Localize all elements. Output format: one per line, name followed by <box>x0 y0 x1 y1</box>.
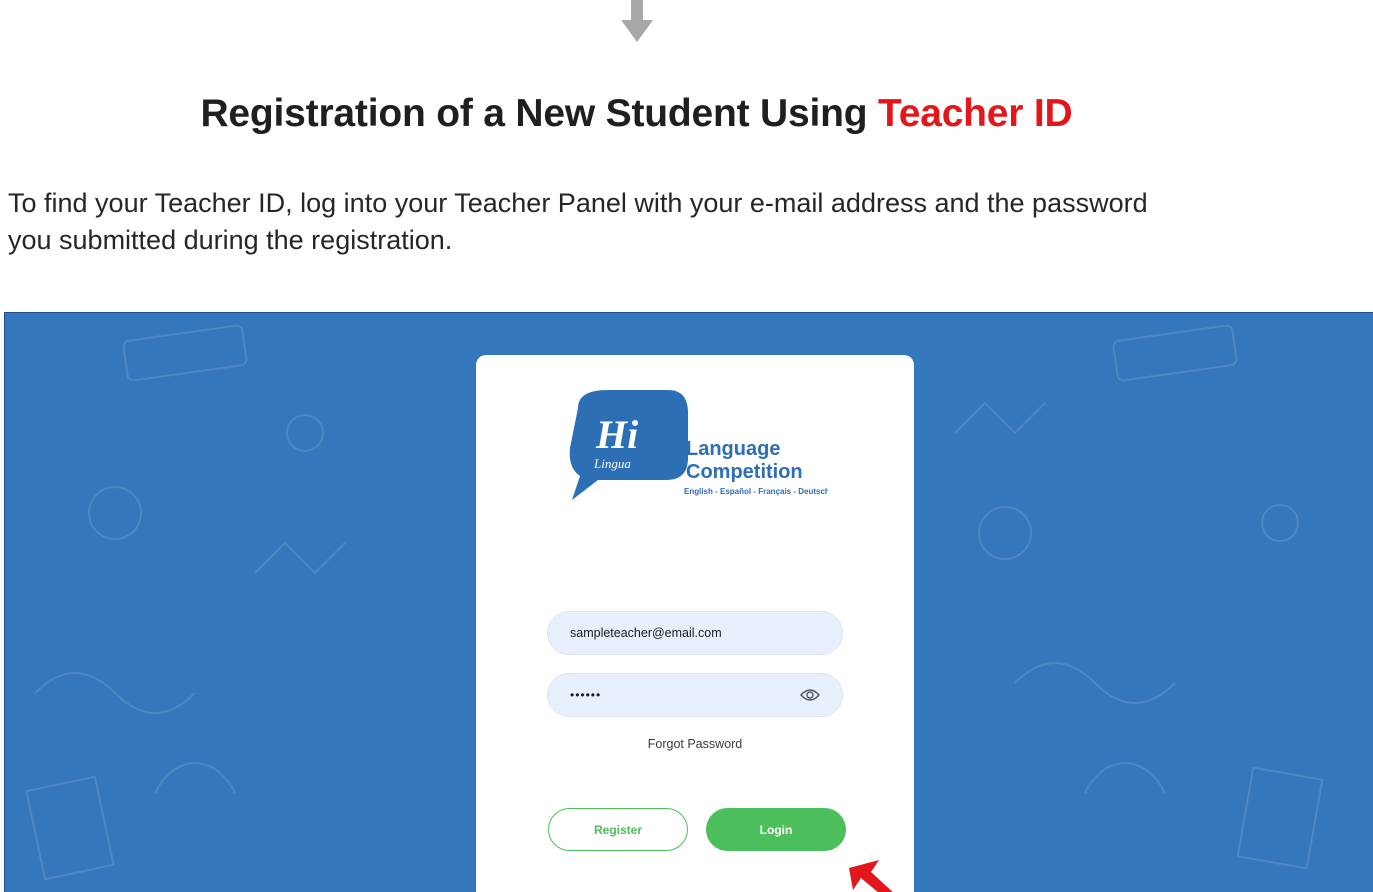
heading-main: Registration of a New Student Using <box>200 92 878 135</box>
email-value: sampleteacher@email.com <box>570 626 722 640</box>
login-card: Hi Lingua Language Competition English -… <box>476 355 914 892</box>
intro-line-1: To find your Teacher ID, log into your T… <box>8 188 1148 218</box>
intro-text: To find your Teacher ID, log into your T… <box>8 185 1368 259</box>
logo-languages-text: English - Español - Français - Deutsch <box>684 487 828 496</box>
hi-lingua-logo: Hi Lingua Language Competition English -… <box>569 390 828 500</box>
login-screenshot-panel: Hi Lingua Language Competition English -… <box>4 312 1373 892</box>
intro-line-2: you submitted during the registration. <box>8 225 453 255</box>
eye-icon[interactable] <box>800 688 820 702</box>
logo-competition-text: Competition <box>686 461 803 483</box>
register-button[interactable]: Register <box>548 808 688 851</box>
down-arrow-icon <box>621 0 653 42</box>
logo-hi-text: Hi <box>595 412 638 457</box>
forgot-password-link[interactable]: Forgot Password <box>476 737 914 751</box>
pointer-arrow-icon <box>849 860 893 892</box>
heading-accent: Teacher ID <box>877 92 1073 135</box>
page-heading: Registration of a New Student Using Teac… <box>0 92 1273 136</box>
email-field[interactable]: sampleteacher@email.com <box>547 611 843 655</box>
password-value: •••••• <box>570 688 602 702</box>
logo-lingua-text: Lingua <box>593 456 631 471</box>
logo-language-text: Language <box>686 438 780 460</box>
password-field[interactable]: •••••• <box>547 673 843 717</box>
login-button[interactable]: Login <box>706 808 846 851</box>
